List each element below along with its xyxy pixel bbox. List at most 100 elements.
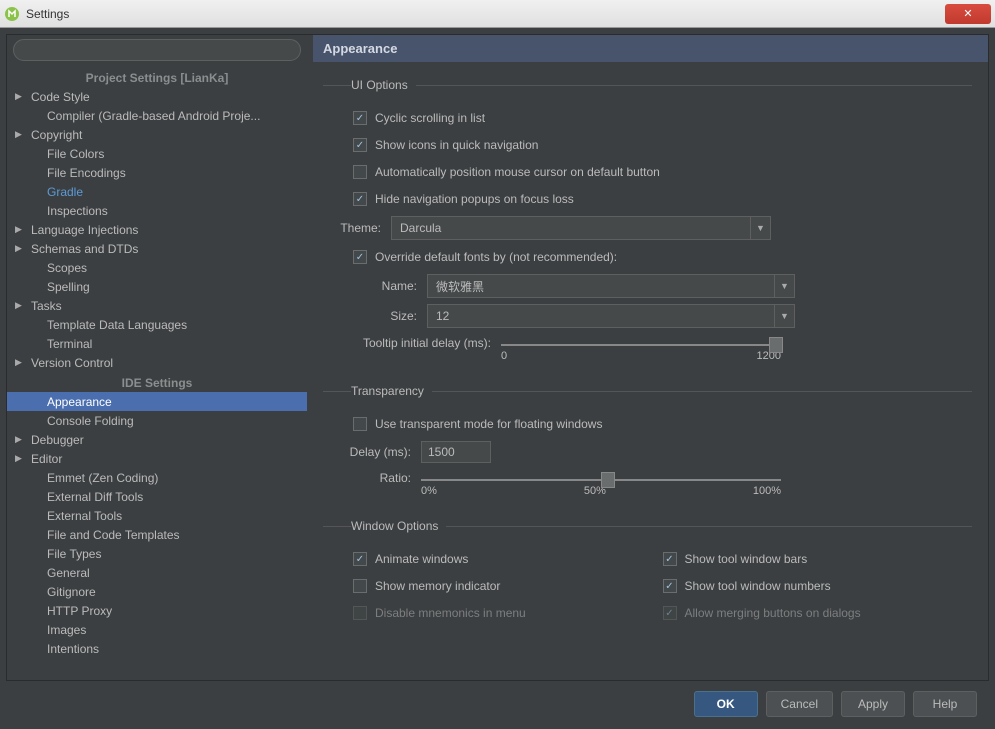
tree-item[interactable]: ▶ Code Style — [7, 87, 307, 106]
window-options-legend: Window Options — [351, 519, 446, 533]
titlebar: Settings ✕ — [0, 0, 995, 28]
window-options-group: Window Options Animate windows Show memo… — [323, 519, 972, 629]
auto-position-label: Automatically position mouse cursor on d… — [375, 165, 660, 179]
chevron-right-icon: ▶ — [15, 357, 22, 368]
use-transparent-label: Use transparent mode for floating window… — [375, 417, 602, 431]
cancel-button[interactable]: Cancel — [766, 691, 833, 717]
hide-popups-checkbox[interactable] — [353, 192, 367, 206]
show-icons-checkbox[interactable] — [353, 138, 367, 152]
tree-item[interactable]: File Encodings — [7, 163, 307, 182]
font-size-label: Size: — [365, 309, 417, 323]
font-name-label: Name: — [365, 279, 417, 293]
tooltip-delay-slider[interactable]: 01200 — [501, 336, 781, 362]
tree-item-label: Gradle — [47, 185, 83, 199]
merge-buttons-checkbox[interactable] — [663, 606, 677, 620]
tree-item[interactable]: Gitignore — [7, 582, 307, 601]
ok-button[interactable]: OK — [694, 691, 758, 717]
settings-sidebar: Project Settings [LianKa]▶Code StyleComp… — [7, 35, 307, 680]
tree-item[interactable]: Terminal — [7, 334, 307, 353]
tree-item[interactable]: ▶ Version Control — [7, 353, 307, 372]
tree-item[interactable]: Gradle — [7, 182, 307, 201]
tree-item[interactable]: External Diff Tools — [7, 487, 307, 506]
override-fonts-label: Override default fonts by (not recommend… — [375, 250, 617, 264]
tree-item[interactable]: Console Folding — [7, 411, 307, 430]
font-size-combo[interactable]: 12▼ — [427, 304, 795, 328]
tree-item[interactable]: ▶Debugger — [7, 430, 307, 449]
apply-button[interactable]: Apply — [841, 691, 905, 717]
tree-item-label: File Types — [47, 547, 101, 561]
tree-item-label: Language Injections — [31, 223, 138, 237]
tree-item[interactable]: ▶ Copyright — [7, 125, 307, 144]
ratio-label: Ratio: — [323, 471, 411, 485]
help-button[interactable]: Help — [913, 691, 977, 717]
panel-title: Appearance — [313, 35, 988, 62]
merge-buttons-label: Allow merging buttons on dialogs — [685, 606, 861, 620]
cyclic-scrolling-checkbox[interactable] — [353, 111, 367, 125]
theme-label: Theme: — [323, 221, 381, 235]
ratio-slider[interactable]: 0%50%100% — [421, 471, 781, 497]
tree-item-label: File Encodings — [47, 166, 126, 180]
tooltip-delay-label: Tooltip initial delay (ms): — [323, 336, 491, 350]
memory-indicator-checkbox[interactable] — [353, 579, 367, 593]
search-input[interactable] — [13, 39, 301, 61]
cyclic-scrolling-label: Cyclic scrolling in list — [375, 111, 485, 125]
font-name-combo[interactable]: 微软雅黑 ▼ — [427, 274, 795, 298]
delay-label: Delay (ms): — [323, 445, 411, 459]
tree-item-label: Inspections — [47, 204, 108, 218]
tree-item[interactable]: HTTP Proxy — [7, 601, 307, 620]
tree-item-label: Version Control — [31, 356, 113, 370]
use-transparent-checkbox[interactable] — [353, 417, 367, 431]
chevron-down-icon: ▼ — [774, 305, 794, 327]
app-icon — [4, 6, 20, 22]
tree-item[interactable]: Template Data Languages — [7, 315, 307, 334]
tree-item[interactable]: Inspections — [7, 201, 307, 220]
tree-item[interactable]: File and Code Templates — [7, 525, 307, 544]
tree-item[interactable]: File Colors — [7, 144, 307, 163]
tree-item-label: Compiler (Gradle-based Android Proje... — [47, 109, 260, 123]
delay-input[interactable] — [421, 441, 491, 463]
tree-item[interactable]: Emmet (Zen Coding) — [7, 468, 307, 487]
tree-item-label: File Colors — [47, 147, 104, 161]
tree-item[interactable]: General — [7, 563, 307, 582]
chevron-down-icon: ▼ — [774, 275, 794, 297]
tree-item-label: Debugger — [31, 433, 84, 447]
tree-item-label: Copyright — [31, 128, 82, 142]
tree-item[interactable]: ▶Tasks — [7, 296, 307, 315]
font-name-value: 微软雅黑 — [436, 278, 484, 295]
tool-window-bars-checkbox[interactable] — [663, 552, 677, 566]
override-fonts-checkbox[interactable] — [353, 250, 367, 264]
chevron-right-icon: ▶ — [15, 224, 22, 235]
tree-item[interactable]: Images — [7, 620, 307, 639]
window-title: Settings — [26, 7, 69, 21]
tree-item-label: HTTP Proxy — [47, 604, 112, 618]
tree-item[interactable]: Scopes — [7, 258, 307, 277]
tree-item-label: File and Code Templates — [47, 528, 180, 542]
tree-item[interactable]: ▶Editor — [7, 449, 307, 468]
ui-options-legend: UI Options — [351, 78, 416, 92]
tree-item[interactable]: Intentions — [7, 639, 307, 658]
tree-item[interactable]: External Tools — [7, 506, 307, 525]
tool-window-numbers-checkbox[interactable] — [663, 579, 677, 593]
tree-item[interactable]: Spelling — [7, 277, 307, 296]
tree-item-label: Emmet (Zen Coding) — [47, 471, 158, 485]
tree-item[interactable]: ▶ Language Injections — [7, 220, 307, 239]
tree-item[interactable]: Appearance — [7, 392, 307, 411]
settings-tree[interactable]: Project Settings [LianKa]▶Code StyleComp… — [7, 65, 307, 680]
close-button[interactable]: ✕ — [945, 4, 991, 24]
auto-position-checkbox[interactable] — [353, 165, 367, 179]
tool-window-bars-label: Show tool window bars — [685, 552, 808, 566]
tree-item-label: External Diff Tools — [47, 490, 143, 504]
disable-mnemonics-checkbox[interactable] — [353, 606, 367, 620]
tree-item[interactable]: Compiler (Gradle-based Android Proje... — [7, 106, 307, 125]
tree-item-label: Code Style — [31, 90, 90, 104]
transparency-legend: Transparency — [351, 384, 432, 398]
tree-item-label: Intentions — [47, 642, 99, 656]
theme-combo[interactable]: Darcula▼ — [391, 216, 771, 240]
tree-item-label: Template Data Languages — [47, 318, 187, 332]
chevron-right-icon: ▶ — [15, 129, 22, 140]
tree-item-label: Schemas and DTDs — [31, 242, 138, 256]
tree-item[interactable]: File Types — [7, 544, 307, 563]
tree-item[interactable]: ▶Schemas and DTDs — [7, 239, 307, 258]
animate-windows-checkbox[interactable] — [353, 552, 367, 566]
chevron-right-icon: ▶ — [15, 91, 22, 102]
